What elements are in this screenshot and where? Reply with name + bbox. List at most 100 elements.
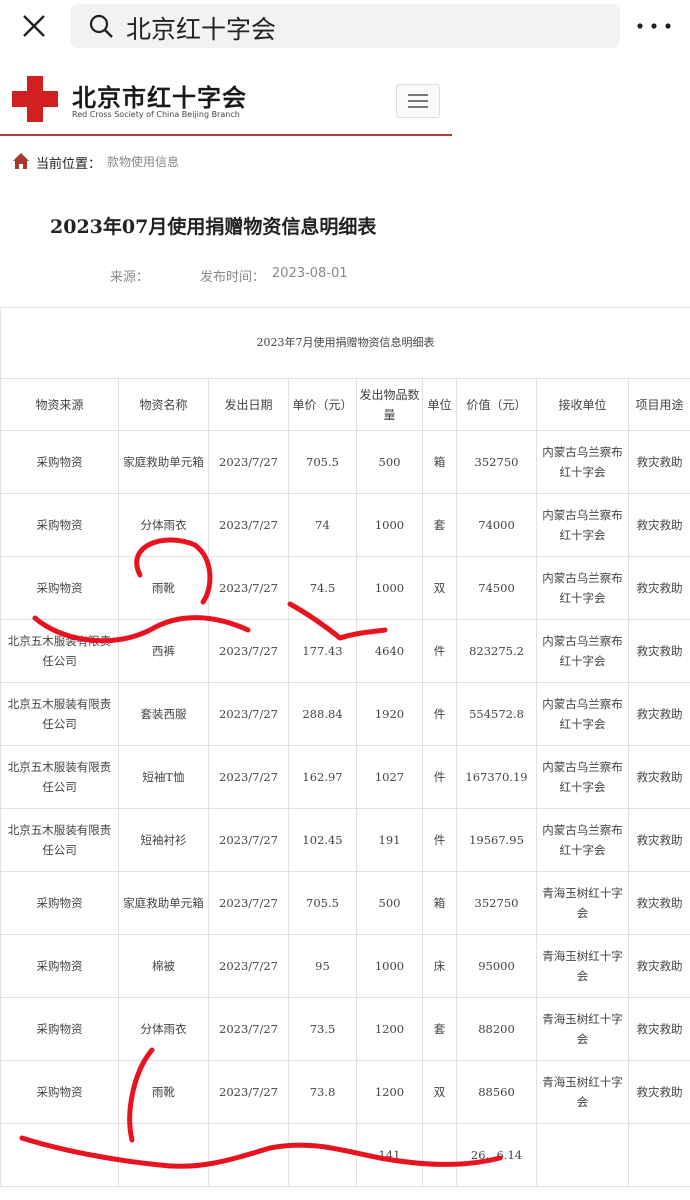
table-row: 采购物资 分体雨衣 2023/7/27 74 1000 套 74000 内蒙古乌兰察布红十字会… xyxy=(0,493,690,557)
table-cell: 采购物资 xyxy=(0,934,119,998)
total-cell xyxy=(422,1123,457,1187)
menu-line-icon xyxy=(408,94,428,96)
table-cell: 2023/7/27 xyxy=(208,682,289,746)
table-cell: 2023/7/27 xyxy=(208,997,289,1061)
table-cell: 采购物资 xyxy=(0,871,119,935)
table-cell: 采购物资 xyxy=(0,430,119,494)
table-caption: 2023年7月使用捐赠物资信息明细表 xyxy=(0,307,690,379)
table-cell: 74500 xyxy=(456,556,537,620)
table-cell: 西裤 xyxy=(118,619,209,683)
table-cell: 救灾救助 xyxy=(627,808,690,872)
table-row: 北京五木服装有限责任公司 短袖衬衫 2023/7/27 102.45 191 件 19567… xyxy=(0,808,690,872)
table-total-row: 141 26...6.14 xyxy=(0,1123,690,1187)
total-cell xyxy=(0,1123,119,1187)
table-cell: 2023/7/27 xyxy=(208,619,289,683)
table-cell: 1000 xyxy=(356,493,423,557)
table-cell: 352750 xyxy=(456,430,537,494)
column-header: 发出日期 xyxy=(208,378,289,431)
table-cell: 救灾救助 xyxy=(627,871,690,935)
breadcrumb-current[interactable]: 款物使用信息 xyxy=(107,153,179,170)
total-cell: 26...6.14 xyxy=(456,1123,537,1187)
table-cell: 74 xyxy=(288,493,357,557)
column-header: 单价（元） xyxy=(288,378,357,431)
table-cell: 件 xyxy=(422,682,457,746)
table-cell: 救灾救助 xyxy=(627,619,690,683)
table-cell: 73.8 xyxy=(288,1060,357,1124)
search-query: 北京红十字会 xyxy=(126,15,277,44)
table-cell: 4640 xyxy=(356,619,423,683)
table-cell: 95 xyxy=(288,934,357,998)
close-icon[interactable] xyxy=(18,10,50,42)
table-row: 采购物资 雨靴 2023/7/27 73.8 1200 双 88560 青海玉树红十字会 救灾救… xyxy=(0,1060,690,1124)
home-icon[interactable] xyxy=(12,152,30,170)
search-input[interactable]: 北京红十字会 xyxy=(70,4,620,48)
table-cell: 救灾救助 xyxy=(627,1060,690,1124)
table-cell: 件 xyxy=(422,619,457,683)
menu-line-icon xyxy=(408,106,428,108)
table-cell: 青海玉树红十字会 xyxy=(536,997,629,1061)
table-cell: 74.5 xyxy=(288,556,357,620)
table-cell: 救灾救助 xyxy=(627,430,690,494)
table-cell: 554572.8 xyxy=(456,682,537,746)
table-cell: 2023/7/27 xyxy=(208,934,289,998)
page-title: 2023年07月使用捐赠物资信息明细表 xyxy=(50,216,377,238)
column-header: 接收单位 xyxy=(536,378,629,431)
total-cell xyxy=(627,1123,690,1187)
table-cell: 162.97 xyxy=(288,745,357,809)
table-cell: 双 xyxy=(422,1060,457,1124)
table-row: 采购物资 分体雨衣 2023/7/27 73.5 1200 套 88200 青海玉树红十字会救… xyxy=(0,997,690,1061)
table-cell: 采购物资 xyxy=(0,493,119,557)
table-cell: 救灾救助 xyxy=(627,556,690,620)
table-cell: 箱 xyxy=(422,430,457,494)
table-cell: 1200 xyxy=(356,1060,423,1124)
site-name-english: Red Cross Society of China Beijing Branc… xyxy=(72,110,240,119)
source-label: 来源： xyxy=(110,270,150,285)
table-cell: 雨靴 xyxy=(118,1060,209,1124)
column-header: 发出物品数量 xyxy=(356,378,423,431)
table-row: 北京五木服装有限责任公司 西裤 2023/7/27 177.43 4640 件 823275… xyxy=(0,619,690,683)
table-cell: 2023/7/27 xyxy=(208,745,289,809)
table-cell: 500 xyxy=(356,871,423,935)
search-icon xyxy=(89,14,113,38)
table-cell: 家庭救助单元箱 xyxy=(118,871,209,935)
table-cell: 采购物资 xyxy=(0,1060,119,1124)
table-cell: 352750 xyxy=(456,871,537,935)
table-cell: 88560 xyxy=(456,1060,537,1124)
table-cell: 青海玉树红十字会 xyxy=(536,871,629,935)
column-header: 单位 xyxy=(422,378,457,431)
total-cell xyxy=(536,1123,629,1187)
table-cell: 分体雨衣 xyxy=(118,493,209,557)
site-name[interactable]: 北京市红十字会 xyxy=(72,78,247,113)
table-cell: 分体雨衣 xyxy=(118,997,209,1061)
table-cell: 青海玉树红十字会 xyxy=(536,934,629,998)
table-cell: 705.5 xyxy=(288,871,357,935)
table-cell: 2023/7/27 xyxy=(208,556,289,620)
table-row: 采购物资 家庭救助单元箱 2023/7/27 705.5 500 箱 352750 内蒙古乌兰… xyxy=(0,430,690,494)
table-cell: 823275.2 xyxy=(456,619,537,683)
total-cell xyxy=(208,1123,289,1187)
table-cell: 191 xyxy=(356,808,423,872)
table-cell: 内蒙古乌兰察布红十字会 xyxy=(536,619,629,683)
table-cell: 19567.95 xyxy=(456,808,537,872)
table-cell: 北京五木服装有限责任公司 xyxy=(0,745,119,809)
browser-top-bar: 北京红十字会 xyxy=(0,0,690,52)
table-cell: 采购物资 xyxy=(0,997,119,1061)
donation-table: 2023年7月使用捐赠物资信息明细表 物资来源 物资名称 发出日期 单价（元） 发出物品… xyxy=(0,307,690,1187)
table-cell: 内蒙古乌兰察布红十字会 xyxy=(536,493,629,557)
table-row: 采购物资 雨靴 2023/7/27 74.5 1000 双 74500 内蒙古乌兰察布红十字会… xyxy=(0,556,690,620)
table-row: 北京五木服装有限责任公司 套装西服 2023/7/27 288.84 1920 件 5545… xyxy=(0,682,690,746)
table-cell: 167370.19 xyxy=(456,745,537,809)
hamburger-menu-button[interactable] xyxy=(396,84,440,118)
table-cell: 177.43 xyxy=(288,619,357,683)
table-cell: 短袖T恤 xyxy=(118,745,209,809)
table-cell: 1000 xyxy=(356,934,423,998)
table-cell: 采购物资 xyxy=(0,556,119,620)
table-cell: 95000 xyxy=(456,934,537,998)
total-cell xyxy=(118,1123,209,1187)
table-cell: 床 xyxy=(422,934,457,998)
table-cell: 救灾救助 xyxy=(627,493,690,557)
more-options-icon[interactable] xyxy=(634,16,674,36)
table-row: 采购物资 家庭救助单元箱 2023/7/27 705.5 500 箱 352750 青海玉树红… xyxy=(0,871,690,935)
table-cell: 雨靴 xyxy=(118,556,209,620)
table-cell: 705.5 xyxy=(288,430,357,494)
